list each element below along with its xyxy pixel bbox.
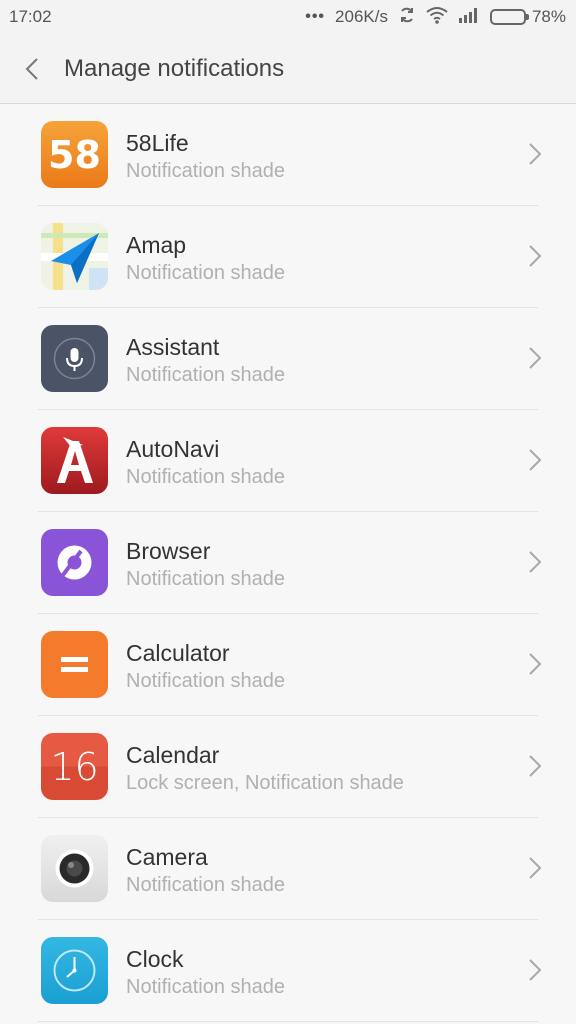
list-item-amap[interactable]: Amap Notification shade [0,206,576,308]
app-name: AutoNavi [126,436,220,462]
header: Manage notifications [0,34,576,104]
chevron-left-icon [25,57,38,80]
chevron-right-icon [529,449,542,471]
app-name: Browser [126,538,211,564]
app-status: Notification shade [126,976,285,998]
app-name: Assistant [126,334,220,360]
more-dots: ••• [305,8,326,25]
app-list: 58 58Life Notification shade Amap Notifica… [0,104,576,1022]
list-item-camera[interactable]: Camera Notification shade [0,818,576,920]
app-status: Lock screen, Notification shade [126,772,404,794]
autonavi-icon [41,427,108,494]
battery: 78% [489,7,566,27]
chevron-right-icon [529,245,542,267]
list-item-autonavi[interactable]: AutoNavi Notification shade [0,410,576,512]
signal-icon [458,7,480,28]
clock-icon [41,937,108,1004]
chevron-right-icon [529,857,542,879]
status-icons: ••• 206K/s 78% [305,6,566,29]
app-status: Notification shade [126,568,285,590]
calculator-icon [41,631,108,698]
app-status: Notification shade [126,364,285,386]
list-item-clock[interactable]: Clock Notification shade [0,920,576,1022]
58life-icon-text: 58 [48,132,101,177]
app-name: Clock [126,946,184,972]
network-speed: 206K/s [335,7,388,26]
chevron-right-icon [529,959,542,981]
app-name: Amap [126,232,187,258]
app-status: Notification shade [126,262,285,284]
list-item-browser[interactable]: Browser Notification shade [0,512,576,614]
app-status: Notification shade [126,160,285,182]
sync-icon [398,6,416,29]
battery-percent: 78% [531,7,566,26]
app-status: Notification shade [126,466,285,488]
58life-icon: 58 [41,121,108,188]
list-item-assistant[interactable]: Assistant Notification shade [0,308,576,410]
chevron-right-icon [529,347,542,369]
amap-icon [41,223,108,290]
list-item-58life[interactable]: 58 58Life Notification shade [0,104,576,206]
browser-icon [41,529,108,596]
chevron-right-icon [529,143,542,165]
back-button[interactable] [0,34,64,104]
battery-icon [489,9,529,25]
wifi-icon [426,6,448,29]
calendar-icon-day: 16 [50,744,99,789]
app-status: Notification shade [126,670,285,692]
camera-icon [41,835,108,902]
microphone-icon [41,325,108,392]
app-name: Calculator [126,640,230,666]
chevron-right-icon [529,551,542,573]
app-name: 58Life [126,130,189,156]
status-bar: 17:02 ••• 206K/s 78% [0,0,576,34]
app-name: Camera [126,844,208,870]
status-time: 17:02 [9,7,52,26]
app-name: Calendar [126,742,220,768]
list-item-calendar[interactable]: 16 Calendar Lock screen, Notification sha… [0,716,576,818]
chevron-right-icon [529,755,542,777]
app-status: Notification shade [126,874,285,896]
calendar-icon: 16 [41,733,108,800]
list-item-calculator[interactable]: Calculator Notification shade [0,614,576,716]
page-title: Manage notifications [64,54,285,82]
chevron-right-icon [529,653,542,675]
